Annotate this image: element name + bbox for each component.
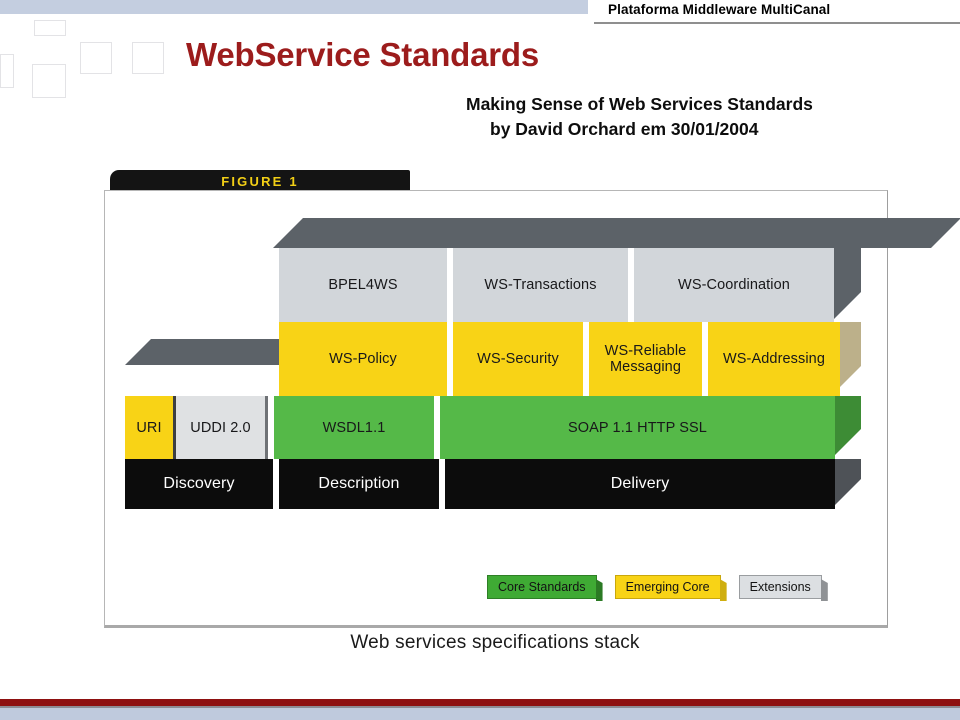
stack-row-function-band: Discovery Description Delivery [125, 459, 835, 509]
stack-side-face-extensions [831, 248, 861, 322]
stack-cell-uddi: UDDI 2.0 [173, 396, 268, 459]
stack-side-face-band [831, 459, 861, 509]
decorative-square-5 [132, 42, 164, 74]
footer-accent-bar [0, 699, 960, 706]
decorative-square-2 [0, 54, 14, 88]
stack-cell-description: Description [279, 459, 439, 509]
legend-item-emerging-core: Emerging Core [614, 575, 721, 599]
decorative-square-3 [32, 64, 66, 98]
stack-cell-delivery: Delivery [445, 459, 835, 509]
brand-header: Plataforma Middleware MultiCanal [588, 0, 960, 30]
stack-cell-discovery: Discovery [125, 459, 273, 509]
legend-item-extensions: Extensions [738, 575, 822, 599]
decorative-square-1 [34, 20, 66, 36]
page-title: WebService Standards [186, 36, 540, 73]
stack-cell-bpel4ws: BPEL4WS [279, 248, 447, 322]
figure-caption: Web services specifications stack [350, 632, 640, 653]
legend-item-core-standards: Core Standards [487, 575, 597, 599]
subtitle-line-1: Making Sense of Web Services Standards [466, 94, 813, 114]
stack-row-extensions: BPEL4WS WS-Transactions WS-Coordination [279, 248, 834, 322]
header-accent-band [0, 0, 588, 14]
page-subtitle: Making Sense of Web Services Standards b… [466, 92, 813, 142]
stack-cell-soap-http-ssl: SOAP 1.1 HTTP SSL [440, 396, 835, 459]
figure-legend: Core Standards Emerging Core Extensions [487, 575, 822, 599]
footer-band [0, 708, 960, 720]
figure-tab-label: FIGURE 1 [110, 170, 410, 192]
stack-row-emerging-core: WS-Policy WS-Security WS-Reliable Messag… [279, 322, 840, 396]
decorative-square-4 [80, 42, 112, 74]
stack-cell-ws-addressing: WS-Addressing [708, 322, 840, 396]
stack-row-core-standards: URI UDDI 2.0 WSDL1.1 SOAP 1.1 HTTP SSL [125, 396, 835, 459]
stack-cell-ws-reliable-messaging: WS-Reliable Messaging [589, 322, 702, 396]
figure-panel: BPEL4WS WS-Transactions WS-Coordination … [104, 190, 960, 628]
stack-cell-uri: URI [125, 396, 173, 459]
stack-top-face-main [273, 218, 960, 248]
stack-side-face-core [831, 396, 861, 459]
subtitle-line-2: by David Orchard em 30/01/2004 [490, 119, 759, 139]
stack-cell-wsdl: WSDL1.1 [274, 396, 434, 459]
stack-cell-ws-policy: WS-Policy [279, 322, 447, 396]
brand-title: Plataforma Middleware MultiCanal [608, 2, 831, 17]
brand-divider [594, 22, 960, 24]
stack-cell-ws-coordination: WS-Coordination [634, 248, 834, 322]
stack-cell-ws-security: WS-Security [453, 322, 583, 396]
ws-standards-stack-diagram: BPEL4WS WS-Transactions WS-Coordination … [105, 191, 960, 625]
stack-cell-ws-transactions: WS-Transactions [453, 248, 628, 322]
